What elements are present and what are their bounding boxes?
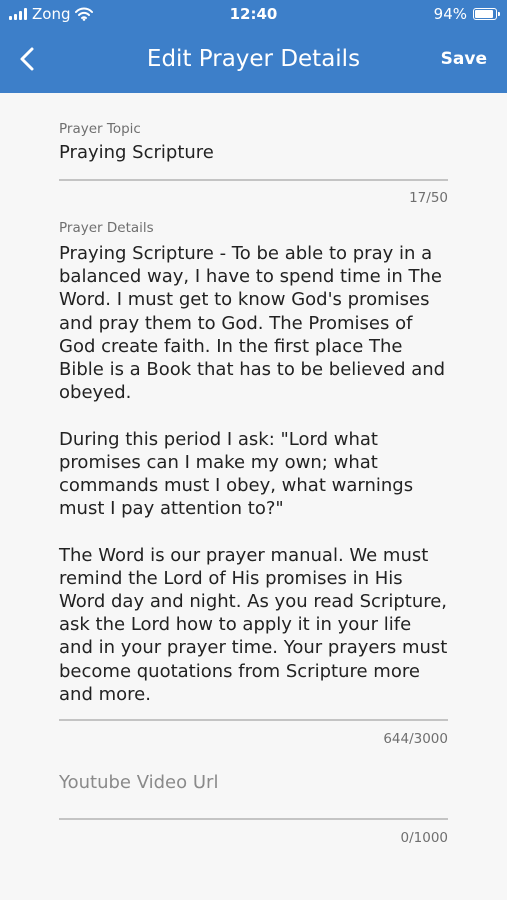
status-bar: Zong 12:40 94% — [0, 0, 507, 30]
prayer-topic-input[interactable]: Praying Scripture — [59, 142, 448, 163]
prayer-topic-field[interactable]: Prayer Topic Praying Scripture — [59, 121, 448, 163]
prayer-details-label: Prayer Details — [59, 220, 154, 236]
prayer-details-field[interactable]: Prayer Details Praying Scripture - To be… — [59, 220, 448, 706]
prayer-details-underline — [59, 719, 448, 721]
page-title: Edit Prayer Details — [146, 46, 361, 72]
prayer-topic-underline — [59, 179, 448, 181]
youtube-url-underline — [59, 818, 448, 820]
prayer-details-counter: 644/3000 — [383, 731, 448, 747]
prayer-topic-counter: 17/50 — [409, 190, 448, 206]
battery-percent: 94% — [433, 5, 467, 23]
youtube-url-field[interactable]: Youtube Video Url — [59, 772, 448, 793]
status-time: 12:40 — [229, 5, 278, 23]
prayer-topic-label: Prayer Topic — [59, 121, 141, 137]
youtube-url-counter: 0/1000 — [400, 830, 449, 846]
status-right: 94% — [433, 5, 500, 23]
youtube-url-input[interactable]: Youtube Video Url — [59, 772, 448, 793]
battery-icon — [473, 8, 500, 20]
save-button[interactable]: Save — [441, 49, 487, 69]
prayer-details-input[interactable]: Praying Scripture - To be able to pray i… — [59, 242, 448, 706]
toolbar: Edit Prayer Details Save — [0, 30, 507, 90]
battery-fill — [475, 10, 493, 18]
app-header: Zong 12:40 94% Edit Prayer Details Save — [0, 0, 507, 93]
